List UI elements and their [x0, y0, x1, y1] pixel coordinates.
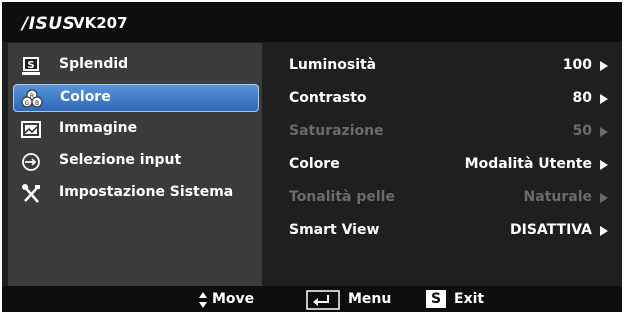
sidebar: S Splendid R G B Colore Immagine Selezio…	[8, 43, 262, 286]
setting-value: Modalità Utente	[464, 156, 592, 172]
s-key-icon: S	[426, 290, 446, 308]
sidebar-item-impostazione-sistema[interactable]: Impostazione Sistema	[13, 180, 259, 208]
sidebar-item-label: Colore	[60, 89, 111, 105]
sidebar-item-immagine[interactable]: Immagine	[13, 116, 259, 144]
up-down-arrow-icon	[199, 292, 207, 308]
move-label: Move	[212, 291, 255, 307]
move-hint: Move	[198, 290, 258, 310]
setting-label: Colore	[289, 156, 340, 172]
settings-panel: Luminosità 100 Contrasto 80 Saturazione …	[264, 43, 622, 286]
svg-text:R: R	[30, 93, 34, 100]
arrow-right-icon	[600, 94, 608, 104]
exit-label: Exit	[454, 291, 485, 307]
setting-label: Tonalità pelle	[289, 189, 395, 205]
title-bar: /ISUS VK207	[2, 2, 622, 42]
setting-row-smart-view[interactable]: Smart View DISATTIVA	[264, 220, 622, 242]
enter-key-icon	[306, 290, 340, 310]
sidebar-item-selezione-input[interactable]: Selezione input	[13, 148, 259, 176]
arrow-right-icon	[600, 61, 608, 71]
sidebar-item-splendid[interactable]: S Splendid	[13, 52, 259, 80]
setting-value: 80	[572, 90, 592, 106]
svg-text:B: B	[35, 100, 39, 107]
tools-icon	[22, 184, 40, 203]
sidebar-item-colore[interactable]: R G B Colore	[13, 84, 259, 112]
arrow-right-icon	[600, 127, 608, 137]
sidebar-item-label: Selezione input	[59, 152, 182, 168]
sidebar-item-label: Impostazione Sistema	[59, 184, 234, 200]
osd-menu: /ISUS VK207 S Splendid R G B Colore Imma…	[2, 2, 622, 312]
input-select-icon	[22, 153, 40, 171]
setting-value: DISATTIVA	[509, 222, 592, 238]
setting-row-colore[interactable]: Colore Modalità Utente	[264, 154, 622, 176]
setting-value: 50	[572, 123, 592, 139]
setting-value: Naturale	[523, 189, 592, 205]
arrow-right-icon	[600, 160, 608, 170]
setting-label: Smart View	[289, 222, 380, 238]
image-icon	[21, 121, 41, 138]
setting-row-contrasto[interactable]: Contrasto 80	[264, 88, 622, 110]
arrow-right-icon	[600, 226, 608, 236]
setting-row-saturazione: Saturazione 50	[264, 121, 622, 143]
arrow-right-icon	[600, 193, 608, 203]
model-name: VK207	[73, 14, 128, 32]
setting-label: Contrasto	[289, 90, 367, 106]
menu-label: Menu	[348, 291, 392, 307]
exit-hint: S Exit	[426, 290, 496, 310]
setting-label: Luminosità	[289, 57, 377, 73]
color-palette-icon: R G B	[21, 89, 43, 108]
splendid-icon: S	[22, 57, 40, 75]
sidebar-item-label: Splendid	[59, 56, 129, 72]
menu-hint: Menu	[306, 290, 396, 310]
setting-label: Saturazione	[289, 123, 384, 139]
setting-row-luminosita[interactable]: Luminosità 100	[264, 55, 622, 77]
key-hint-bar: Move Menu S Exit	[2, 286, 622, 312]
sidebar-item-label: Immagine	[59, 120, 138, 136]
setting-row-tonalita-pelle: Tonalità pelle Naturale	[264, 187, 622, 209]
setting-value: 100	[562, 57, 592, 73]
svg-text:G: G	[25, 100, 30, 107]
asus-logo: /ISUS	[22, 14, 76, 34]
svg-text:S: S	[27, 60, 34, 71]
